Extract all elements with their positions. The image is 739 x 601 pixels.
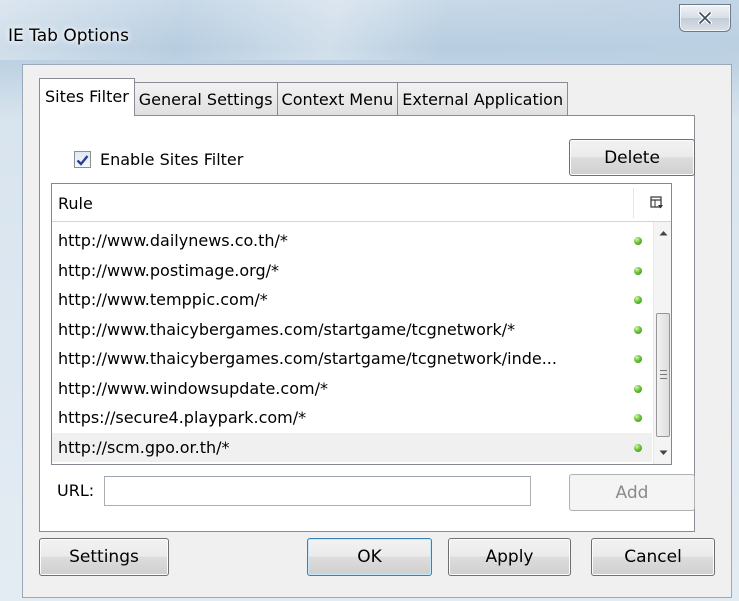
list-item[interactable]: http://www.windowsupdate.com/* xyxy=(52,374,652,404)
apply-button[interactable]: Apply xyxy=(448,538,571,576)
enable-sites-filter-row[interactable]: Enable Sites Filter xyxy=(74,150,243,169)
scrollbar-thumb[interactable] xyxy=(656,313,670,437)
list-item[interactable]: http://www.temppic.com/* xyxy=(52,285,652,315)
green-dot-icon xyxy=(634,414,642,422)
tab-external-application[interactable]: External Application xyxy=(397,82,569,116)
green-dot-icon xyxy=(634,443,642,452)
green-dot-icon xyxy=(634,355,642,363)
column-picker-icon[interactable] xyxy=(650,195,664,214)
rules-scrollbar[interactable] xyxy=(653,222,671,464)
delete-button[interactable]: Delete xyxy=(569,139,695,176)
tab-context-menu[interactable]: Context Menu xyxy=(276,82,399,116)
rules-list[interactable]: Rule http://www.dailynews.co.th/* http:/… xyxy=(51,183,672,465)
add-button[interactable]: Add xyxy=(569,474,695,511)
scroll-down-arrow-icon[interactable] xyxy=(654,444,671,462)
enable-sites-filter-checkbox[interactable] xyxy=(74,151,91,168)
enable-sites-filter-label: Enable Sites Filter xyxy=(100,150,244,169)
ok-button[interactable]: OK xyxy=(307,538,432,576)
rule-column-header[interactable]: Rule xyxy=(58,194,93,213)
green-dot-icon xyxy=(634,384,642,393)
sites-filter-panel: Enable Sites Filter Delete Rule http://w… xyxy=(39,115,695,532)
list-item[interactable]: http://www.thaicybergames.com/startgame/… xyxy=(52,344,652,374)
green-dot-icon xyxy=(634,266,642,275)
scrollbar-grip-icon xyxy=(660,370,667,379)
url-label: URL: xyxy=(57,481,95,500)
close-icon xyxy=(698,12,712,24)
window-frame: IE Tab Options Sites Filter General Sett… xyxy=(0,0,739,601)
rule-url: http://www.postimage.org/* xyxy=(58,260,279,280)
rules-list-header: Rule xyxy=(52,184,671,222)
tab-sites-filter[interactable]: Sites Filter xyxy=(39,78,135,116)
header-separator xyxy=(633,188,634,218)
green-dot-icon xyxy=(634,237,642,245)
dialog-client-area: Sites Filter General Settings Context Me… xyxy=(22,64,732,598)
url-input[interactable] xyxy=(104,476,531,506)
list-item[interactable]: https://secure4.playpark.com/* xyxy=(52,403,652,433)
scroll-up-arrow-icon[interactable] xyxy=(654,224,671,242)
rule-url: http://www.temppic.com/* xyxy=(58,290,268,309)
tab-strip: Sites Filter General Settings Context Me… xyxy=(39,78,569,116)
window-title: IE Tab Options xyxy=(8,26,129,46)
rule-url: http://www.thaicybergames.com/startgame/… xyxy=(58,319,516,339)
green-dot-icon xyxy=(634,296,642,304)
rule-url: http://www.thaicybergames.com/startgame/… xyxy=(58,349,557,368)
rule-url: https://secure4.playpark.com/* xyxy=(58,408,307,427)
rule-url: http://www.dailynews.co.th/* xyxy=(58,231,288,250)
rule-url: http://www.windowsupdate.com/* xyxy=(58,378,328,398)
cancel-button[interactable]: Cancel xyxy=(591,538,715,576)
rules-rows: http://www.dailynews.co.th/* http://www.… xyxy=(52,226,652,462)
green-dot-icon xyxy=(634,325,642,334)
list-item[interactable]: http://www.thaicybergames.com/startgame/… xyxy=(52,315,652,345)
list-item[interactable]: http://www.postimage.org/* xyxy=(52,256,652,286)
list-item[interactable]: http://www.dailynews.co.th/* xyxy=(52,226,652,256)
rule-url: http://scm.gpo.or.th/* xyxy=(58,437,230,457)
tab-general-settings[interactable]: General Settings xyxy=(133,82,278,116)
checkmark-icon xyxy=(76,154,89,166)
close-button[interactable] xyxy=(679,4,731,32)
settings-button[interactable]: Settings xyxy=(39,538,169,576)
list-item-selected[interactable]: http://scm.gpo.or.th/* xyxy=(52,432,652,462)
